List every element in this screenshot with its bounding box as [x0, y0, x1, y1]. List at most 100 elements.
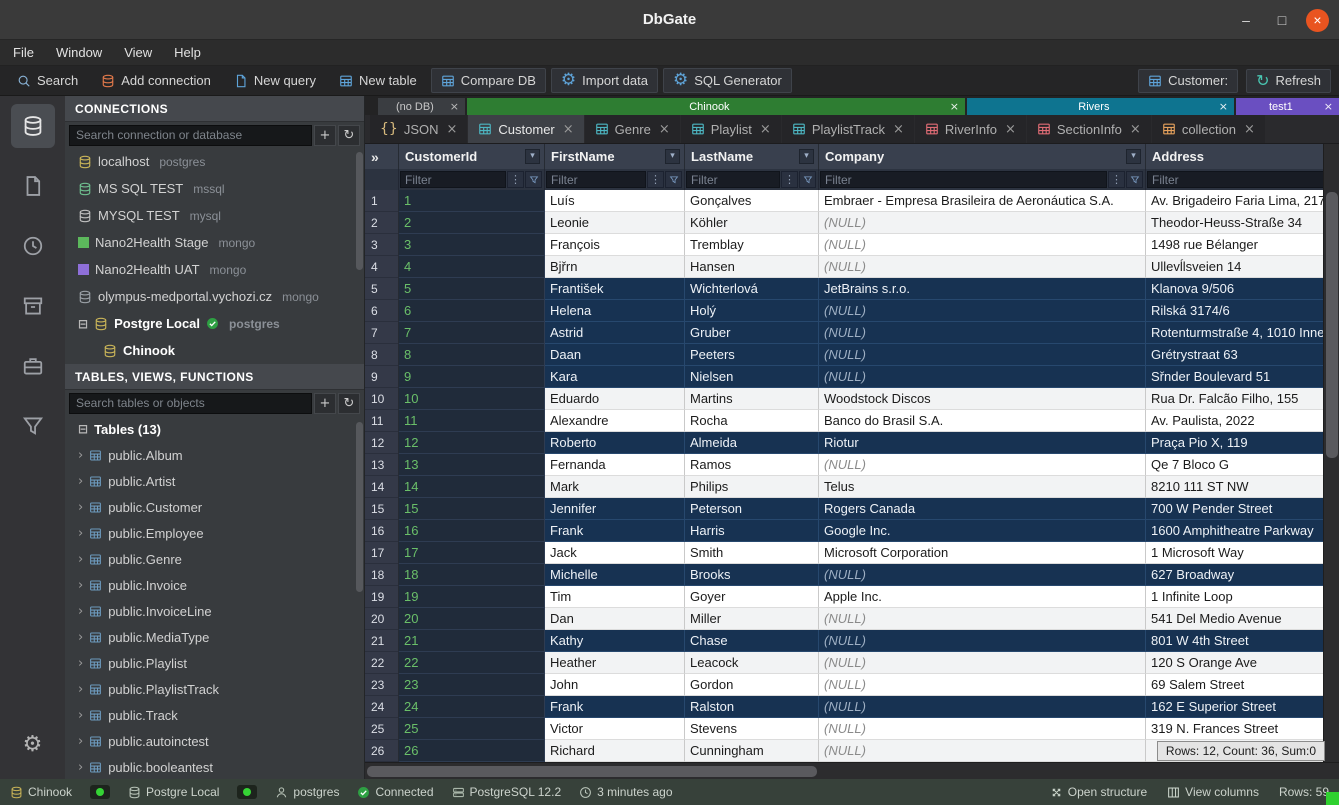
table-item-public-customer[interactable]: ›public.Customer — [65, 494, 364, 520]
cell-address[interactable]: 1 Infinite Loop — [1146, 586, 1339, 608]
cell-firstname[interactable]: Victor — [545, 718, 685, 740]
connection-localhost[interactable]: localhostpostgres — [65, 148, 364, 175]
close-tab-icon[interactable]: × — [659, 123, 670, 136]
cell-lastname[interactable]: Wichterlová — [685, 278, 819, 300]
toolbar-button-new-table[interactable]: New table — [330, 68, 426, 93]
db-group-tab-test1[interactable]: test1× — [1236, 98, 1339, 115]
cell-lastname[interactable]: Gruber — [685, 322, 819, 344]
activity-briefcase-button[interactable] — [11, 344, 55, 388]
filter-funnel-button[interactable] — [1126, 171, 1143, 188]
toolbar-button-search[interactable]: Search — [8, 68, 87, 93]
cell-address[interactable]: 1 Microsoft Way — [1146, 542, 1339, 564]
cell-customerid[interactable]: 16 — [399, 520, 545, 542]
cell-firstname[interactable]: Frank — [545, 520, 685, 542]
cell-lastname[interactable]: Ramos — [685, 454, 819, 476]
column-header-company[interactable]: Company▾ — [819, 144, 1146, 169]
database-chinook[interactable]: Chinook — [65, 337, 364, 364]
cell-lastname[interactable]: Stevens — [685, 718, 819, 740]
status-chinook[interactable]: Chinook — [10, 785, 72, 799]
menu-window[interactable]: Window — [45, 40, 113, 65]
cell-company[interactable]: (NULL) — [819, 696, 1146, 718]
cell-company[interactable]: Banco do Brasil S.A. — [819, 410, 1146, 432]
table-row[interactable]: 55FrantišekWichterlováJetBrains s.r.o.Kl… — [365, 278, 1339, 300]
tables-group[interactable]: ⊟ Tables (13) — [65, 416, 364, 442]
cell-customerid[interactable]: 24 — [399, 696, 545, 718]
status-connection-indicator[interactable] — [237, 785, 257, 799]
cell-firstname[interactable]: Heather — [545, 652, 685, 674]
table-row[interactable]: 1717JackSmithMicrosoft Corporation1 Micr… — [365, 542, 1339, 564]
cell-address[interactable]: 801 W 4th Street — [1146, 630, 1339, 652]
table-row[interactable]: 1515JenniferPetersonRogers Canada700 W P… — [365, 498, 1339, 520]
table-item-public-invoice[interactable]: ›public.Invoice — [65, 572, 364, 598]
cell-customerid[interactable]: 26 — [399, 740, 545, 762]
close-tab-icon[interactable]: × — [950, 101, 959, 112]
table-item-public-invoiceline[interactable]: ›public.InvoiceLine — [65, 598, 364, 624]
vertical-scrollbar-thumb[interactable] — [1326, 192, 1338, 458]
close-tab-icon[interactable]: × — [563, 123, 574, 136]
filter-input-customerid[interactable] — [400, 171, 506, 188]
cell-lastname[interactable]: Peeters — [685, 344, 819, 366]
column-dropdown-button[interactable]: ▾ — [665, 149, 680, 164]
cell-firstname[interactable]: John — [545, 674, 685, 696]
tab-riverinfo[interactable]: RiverInfo× — [915, 115, 1026, 143]
table-row[interactable]: 2323JohnGordon(NULL)69 Salem Street — [365, 674, 1339, 696]
cell-customerid[interactable]: 3 — [399, 234, 545, 256]
filter-input-company[interactable] — [820, 171, 1107, 188]
cell-address[interactable]: 69 Salem Street — [1146, 674, 1339, 696]
cell-customerid[interactable]: 9 — [399, 366, 545, 388]
cell-address[interactable]: Praça Pio X, 119 — [1146, 432, 1339, 454]
cell-customerid[interactable]: 4 — [399, 256, 545, 278]
cell-customerid[interactable]: 7 — [399, 322, 545, 344]
cell-address[interactable]: 1600 Amphitheatre Parkway — [1146, 520, 1339, 542]
cell-address[interactable]: Klanova 9/506 — [1146, 278, 1339, 300]
tab-playlisttrack[interactable]: PlaylistTrack× — [782, 115, 914, 143]
status-view-columns[interactable]: View columns — [1167, 785, 1259, 799]
cell-customerid[interactable]: 18 — [399, 564, 545, 586]
cell-customerid[interactable]: 23 — [399, 674, 545, 696]
cell-address[interactable]: 627 Broadway — [1146, 564, 1339, 586]
cell-company[interactable]: JetBrains s.r.o. — [819, 278, 1146, 300]
tables-search-input[interactable] — [69, 393, 312, 414]
cell-firstname[interactable]: Helena — [545, 300, 685, 322]
column-header-lastname[interactable]: LastName▾ — [685, 144, 819, 169]
activity-archive-button[interactable] — [11, 284, 55, 328]
cell-customerid[interactable]: 11 — [399, 410, 545, 432]
filter-input-lastname[interactable] — [686, 171, 780, 188]
cell-customerid[interactable]: 21 — [399, 630, 545, 652]
toolbar-button-add-connection[interactable]: Add connection — [92, 68, 220, 93]
tables-add-button[interactable]: + — [314, 393, 336, 414]
cell-customerid[interactable]: 19 — [399, 586, 545, 608]
close-tab-icon[interactable]: × — [1130, 123, 1141, 136]
cell-customerid[interactable]: 1 — [399, 190, 545, 212]
connection-nano2health-uat[interactable]: Nano2Health UATmongo — [65, 256, 364, 283]
cell-firstname[interactable]: Michelle — [545, 564, 685, 586]
table-row[interactable]: 1313FernandaRamos(NULL)Qe 7 Bloco G — [365, 454, 1339, 476]
cell-address[interactable]: 541 Del Medio Avenue — [1146, 608, 1339, 630]
cell-address[interactable]: Qe 7 Bloco G — [1146, 454, 1339, 476]
cell-firstname[interactable]: Richard — [545, 740, 685, 762]
cell-company[interactable]: (NULL) — [819, 454, 1146, 476]
cell-firstname[interactable]: Mark — [545, 476, 685, 498]
table-item-public-track[interactable]: ›public.Track — [65, 702, 364, 728]
cell-address[interactable]: Rua Dr. Falcão Filho, 155 — [1146, 388, 1339, 410]
table-item-public-playlist[interactable]: ›public.Playlist — [65, 650, 364, 676]
column-header-firstname[interactable]: FirstName▾ — [545, 144, 685, 169]
status-postgre-local[interactable]: Postgre Local — [128, 785, 219, 799]
cell-firstname[interactable]: Leonie — [545, 212, 685, 234]
cell-company[interactable]: Embraer - Empresa Brasileira de Aeronáut… — [819, 190, 1146, 212]
tab-json[interactable]: {}JSON× — [370, 115, 467, 143]
cell-lastname[interactable]: Smith — [685, 542, 819, 564]
cell-customerid[interactable]: 8 — [399, 344, 545, 366]
minimize-button[interactable]: – — [1234, 8, 1258, 32]
connections-search-input[interactable] — [69, 125, 312, 146]
cell-customerid[interactable]: 15 — [399, 498, 545, 520]
status-connection-indicator[interactable] — [90, 785, 110, 799]
cell-firstname[interactable]: Eduardo — [545, 388, 685, 410]
cell-address[interactable]: Av. Paulista, 2022 — [1146, 410, 1339, 432]
filter-menu-button[interactable]: ⋮ — [1108, 171, 1125, 188]
status-3-minutes-ago[interactable]: 3 minutes ago — [579, 785, 672, 799]
cell-company[interactable]: (NULL) — [819, 652, 1146, 674]
filter-input-firstname[interactable] — [546, 171, 646, 188]
cell-customerid[interactable]: 6 — [399, 300, 545, 322]
cell-company[interactable]: Apple Inc. — [819, 586, 1146, 608]
